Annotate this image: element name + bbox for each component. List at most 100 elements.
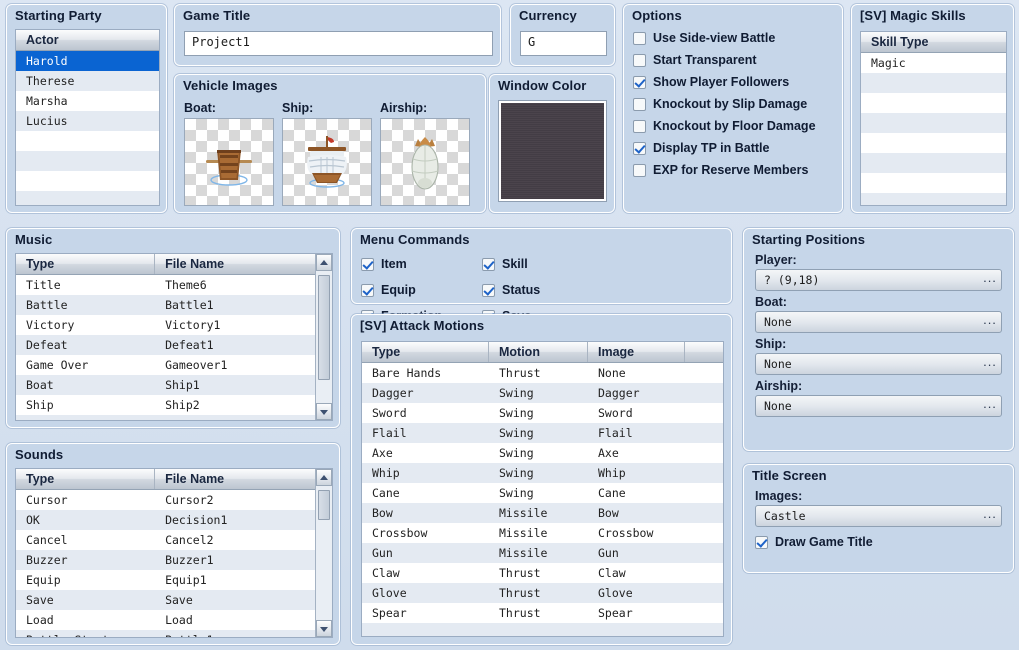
option-checkbox-5[interactable] <box>633 141 646 155</box>
list-item[interactable]: Glove Thrust Glove <box>362 583 723 603</box>
startpos-browse-button-0[interactable]: ... <box>979 271 1001 288</box>
startpos-browse-button-1[interactable]: ... <box>979 313 1001 330</box>
list-item[interactable]: Axe Swing Axe <box>362 443 723 463</box>
list-item[interactable] <box>861 73 1006 93</box>
list-item[interactable]: Spear Thrust Spear <box>362 603 723 623</box>
sounds-scroll-thumb[interactable] <box>318 490 330 520</box>
option-checkbox-3[interactable] <box>633 97 646 111</box>
list-item[interactable]: Bow Missile Bow <box>362 503 723 523</box>
vehicle-ship-preview[interactable] <box>282 118 372 206</box>
vehicle-boat-preview[interactable] <box>184 118 274 206</box>
list-item[interactable]: Whip Swing Whip <box>362 463 723 483</box>
list-item[interactable]: Title Theme6 <box>16 275 315 295</box>
option-checkbox-4[interactable] <box>633 119 646 133</box>
list-item[interactable]: Cursor Cursor2 <box>16 490 315 510</box>
list-item[interactable] <box>861 93 1006 113</box>
sounds-scroll-down-button[interactable] <box>316 620 332 637</box>
menu-command-checkbox-2[interactable] <box>361 283 374 297</box>
list-item[interactable]: Cane Swing Cane <box>362 483 723 503</box>
startpos-field-2[interactable]: None... <box>755 353 1002 375</box>
attack-motions-rows[interactable]: Bare Hands Thrust None Dagger Swing Dagger Swo… <box>362 363 723 636</box>
option-checkbox-0[interactable] <box>633 31 646 45</box>
menu-command-row-1[interactable]: Skill <box>482 251 603 277</box>
list-item[interactable]: AirshipShip3 <box>16 415 315 420</box>
list-item[interactable]: Harold <box>16 51 159 71</box>
game-title-input[interactable]: Project1 <box>184 31 493 56</box>
options-list[interactable]: Use Side-view Battle Start Transparent Sho… <box>624 25 842 181</box>
option-checkbox-1[interactable] <box>633 53 646 67</box>
option-row-6[interactable]: EXP for Reserve Members <box>633 159 842 181</box>
vehicle-airship-preview[interactable] <box>380 118 470 206</box>
music-scrollbar[interactable] <box>315 254 332 420</box>
list-item[interactable]: Gun Missile Gun <box>362 543 723 563</box>
list-item[interactable]: Victory Victory1 <box>16 315 315 335</box>
vehicle-airship[interactable]: Airship: <box>380 101 470 206</box>
list-item[interactable]: OK Decision1 <box>16 510 315 530</box>
list-item[interactable]: Flail Swing Flail <box>362 423 723 443</box>
attack-motions-list[interactable]: Type Motion Image Bare Hands Thrust None Da… <box>361 341 724 637</box>
option-checkbox-6[interactable] <box>633 163 646 177</box>
startpos-browse-button-3[interactable]: ... <box>979 397 1001 414</box>
music-scroll-thumb[interactable] <box>318 275 330 380</box>
list-item[interactable]: Equip Equip1 <box>16 570 315 590</box>
list-item[interactable] <box>16 131 159 151</box>
list-item[interactable] <box>16 191 159 205</box>
list-item[interactable]: Magic <box>861 53 1006 73</box>
list-item[interactable]: Game Over Gameover1 <box>16 355 315 375</box>
list-item[interactable]: Boat Ship1 <box>16 375 315 395</box>
title-images-browse-button[interactable]: ... <box>979 507 1001 524</box>
startpos-browse-button-2[interactable]: ... <box>979 355 1001 372</box>
option-row-2[interactable]: Show Player Followers <box>633 71 842 93</box>
list-item[interactable]: Load Load <box>16 610 315 630</box>
option-row-1[interactable]: Start Transparent <box>633 49 842 71</box>
title-images-field[interactable]: Castle ... <box>755 505 1002 527</box>
magic-skills-rows[interactable]: Magic <box>861 53 1006 205</box>
list-item[interactable]: Claw Thrust Claw <box>362 563 723 583</box>
draw-game-title-checkbox[interactable] <box>755 535 768 549</box>
option-row-0[interactable]: Use Side-view Battle <box>633 27 842 49</box>
sounds-scroll-up-button[interactable] <box>316 469 332 486</box>
list-item[interactable]: Marsha <box>16 91 159 111</box>
menu-command-row-0[interactable]: Item <box>361 251 482 277</box>
list-item[interactable]: Bare Hands Thrust None <box>362 363 723 383</box>
list-item[interactable] <box>861 193 1006 205</box>
option-row-5[interactable]: Display TP in Battle <box>633 137 842 159</box>
list-item[interactable]: Dagger Swing Dagger <box>362 383 723 403</box>
vehicle-boat[interactable]: Boat: <box>184 101 274 206</box>
currency-input[interactable]: G <box>520 31 607 56</box>
magic-skills-list[interactable]: Skill Type Magic <box>860 31 1007 206</box>
sounds-rows[interactable]: Cursor Cursor2 OK Decision1 Cancel Cancel2 Buz… <box>16 490 315 637</box>
list-item[interactable]: Crossbow Missile Crossbow <box>362 523 723 543</box>
menu-command-checkbox-0[interactable] <box>361 257 374 271</box>
starting-positions-fields[interactable]: Player: ? (9,18)... Boat: None... Ship: None.… <box>744 253 1013 417</box>
starting-party-rows[interactable]: Harold Therese Marsha Lucius <box>16 51 159 205</box>
menu-command-checkbox-3[interactable] <box>482 283 495 297</box>
music-scroll-down-button[interactable] <box>316 403 332 420</box>
list-item[interactable]: Save Save <box>16 590 315 610</box>
startpos-field-1[interactable]: None... <box>755 311 1002 333</box>
list-item[interactable]: Battle Battle1 <box>16 295 315 315</box>
sounds-list[interactable]: Type File Name Cursor Cursor2 OK Decision1 C… <box>15 468 333 638</box>
list-item[interactable]: Cancel Cancel2 <box>16 530 315 550</box>
list-item[interactable] <box>16 171 159 191</box>
list-item[interactable] <box>861 133 1006 153</box>
sounds-scrollbar[interactable] <box>315 469 332 637</box>
vehicle-ship[interactable]: Ship: <box>282 101 372 206</box>
list-item[interactable] <box>362 623 723 636</box>
menu-command-row-3[interactable]: Status <box>482 277 603 303</box>
music-scroll-up-button[interactable] <box>316 254 332 271</box>
music-list[interactable]: Type File Name Title Theme6 Battle Battle1 V… <box>15 253 333 421</box>
draw-game-title-row[interactable]: Draw Game Title <box>755 531 1002 553</box>
startpos-field-0[interactable]: ? (9,18)... <box>755 269 1002 291</box>
list-item[interactable] <box>16 151 159 171</box>
menu-command-row-2[interactable]: Equip <box>361 277 482 303</box>
list-item[interactable]: Buzzer Buzzer1 <box>16 550 315 570</box>
window-color-swatch[interactable] <box>498 100 607 202</box>
list-item[interactable]: Ship Ship2 <box>16 395 315 415</box>
starting-party-list[interactable]: Actor Harold Therese Marsha Lucius <box>15 29 160 206</box>
list-item[interactable] <box>861 113 1006 133</box>
list-item[interactable]: Therese <box>16 71 159 91</box>
list-item[interactable]: Defeat Defeat1 <box>16 335 315 355</box>
list-item[interactable] <box>861 173 1006 193</box>
list-item[interactable]: Sword Swing Sword <box>362 403 723 423</box>
